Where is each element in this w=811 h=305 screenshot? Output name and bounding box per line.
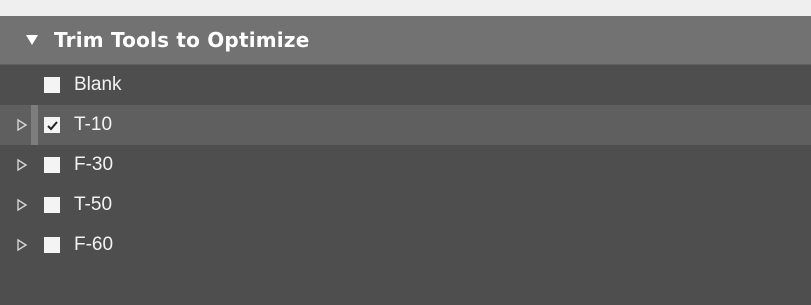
- blank-checkbox[interactable]: [44, 77, 60, 93]
- expand-triangle-icon[interactable]: [15, 198, 29, 212]
- checkmark-icon: [46, 120, 58, 130]
- f-30-label: F-30: [74, 154, 114, 175]
- trim-tools-panel: Trim Tools to Optimize Blank T-10 F-30 T…: [0, 16, 811, 305]
- blank-label: Blank: [74, 74, 122, 95]
- trim-tools-list: Blank T-10 F-30 T-50 F-60: [0, 65, 811, 265]
- expand-triangle-icon[interactable]: [15, 238, 29, 252]
- t-50-checkbox[interactable]: [44, 197, 60, 213]
- collapse-triangle-icon[interactable]: [24, 32, 40, 48]
- f-60-checkbox[interactable]: [44, 237, 60, 253]
- f-30-checkbox[interactable]: [44, 157, 60, 173]
- selection-indicator: [31, 105, 38, 145]
- list-item-f-30[interactable]: F-30: [0, 145, 811, 185]
- panel-title: Trim Tools to Optimize: [54, 28, 310, 52]
- list-item-t-10[interactable]: T-10: [0, 105, 811, 145]
- list-item-t-50[interactable]: T-50: [0, 185, 811, 225]
- list-item-f-60[interactable]: F-60: [0, 225, 811, 265]
- t-50-label: T-50: [74, 194, 113, 215]
- t-10-checkbox[interactable]: [44, 117, 60, 133]
- panel-empty-space: [0, 269, 811, 305]
- panel-header[interactable]: Trim Tools to Optimize: [0, 16, 811, 65]
- f-60-label: F-60: [74, 234, 114, 255]
- top-window-strip: [0, 0, 811, 16]
- list-item-blank[interactable]: Blank: [0, 65, 811, 105]
- expand-triangle-icon[interactable]: [15, 158, 29, 172]
- expand-triangle-icon[interactable]: [15, 118, 29, 132]
- t-10-label: T-10: [74, 114, 113, 135]
